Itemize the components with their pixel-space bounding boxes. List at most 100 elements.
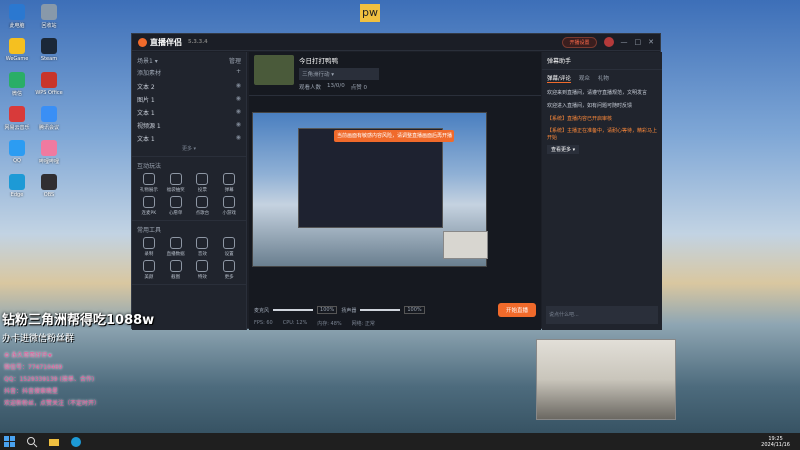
eye-icon[interactable]: ◉ [236, 121, 241, 130]
tool-label: 音效 [197, 252, 207, 257]
app-icon [9, 4, 25, 20]
overlay-line: 抖音：抖音搜索晚星 [4, 388, 59, 395]
audio-controls: 麦克风 100% 扬声器 100% 开始直播 [249, 302, 541, 318]
windows-start-icon[interactable] [4, 435, 16, 448]
tool-label: 更多 [224, 275, 234, 280]
tool-icon [196, 237, 209, 249]
tab-audience[interactable]: 观众 [579, 74, 590, 83]
tool-button[interactable]: 设置 [217, 237, 241, 257]
app-icon [9, 174, 25, 190]
source-item[interactable]: 视频源 1 ◉ [137, 119, 241, 132]
source-item[interactable]: 文本 1 ◉ [137, 106, 241, 119]
scene-section: 场景1 ▾ 管理 添加素材 + 文本 2 ◉ 图片 1 ◉ 文本 1 ◉ 视频源 1 ◉ 文本 … [132, 52, 246, 157]
app-icon [41, 174, 57, 190]
view-more-button[interactable]: 查看更多 ▾ [547, 144, 580, 154]
desktop-icon[interactable]: Edge [2, 174, 32, 198]
tool-button[interactable]: 音效 [191, 237, 215, 257]
tool-button[interactable]: 连麦PK [137, 196, 161, 216]
desktop-icon[interactable]: 此电脑 [2, 4, 32, 29]
close-button[interactable]: ✕ [648, 38, 654, 46]
start-live-button[interactable]: 开始直播 [497, 303, 536, 317]
add-source-button[interactable]: + [236, 68, 241, 77]
source-item-label: 文本 1 [137, 136, 155, 143]
status-cpu: CPU: 12% [282, 320, 308, 326]
search-icon[interactable] [26, 436, 38, 448]
speaker-volume-slider[interactable] [360, 309, 401, 311]
stream-title[interactable]: 今日打打鸭鸭 [299, 55, 536, 65]
tool-button[interactable]: 截图 [164, 260, 188, 280]
tool-label: 连麦PK [141, 211, 157, 216]
eye-icon[interactable]: ◉ [236, 95, 241, 104]
eye-icon[interactable]: ◉ [236, 134, 241, 143]
mic-volume-slider[interactable] [273, 309, 314, 311]
tool-icon [169, 260, 182, 272]
desktop-badge[interactable]: pw [360, 4, 380, 22]
tool-button[interactable]: 心愿单 [164, 196, 188, 216]
tab-comments[interactable]: 弹幕/评论 [547, 74, 571, 83]
tool-icon [223, 237, 236, 249]
desktop-icon-label: QQ [13, 158, 21, 164]
tool-button[interactable]: 直播数据 [164, 237, 188, 257]
folder-icon[interactable] [48, 436, 60, 448]
desktop-icon[interactable]: QQ [2, 140, 32, 164]
desktop-icon[interactable]: 腾讯会议 [34, 106, 64, 131]
tab-gifts[interactable]: 礼物 [598, 74, 609, 83]
maximize-button[interactable]: □ [635, 38, 642, 46]
tool-label: 弹幕 [224, 188, 234, 193]
app-icon [41, 4, 57, 20]
stream-cover[interactable] [254, 55, 294, 85]
source-item[interactable]: 文本 1 ◉ [137, 132, 241, 145]
tool-button[interactable]: 小游戏 [217, 196, 241, 216]
source-item[interactable]: 文本 2 ◉ [137, 80, 241, 93]
scene-manage-button[interactable]: 管理 [229, 56, 241, 65]
mic-label: 麦克风 [254, 307, 270, 314]
avatar[interactable] [603, 37, 614, 47]
app-version: 5.3.3.4 [188, 39, 208, 45]
source-item[interactable]: 图片 1 ◉ [137, 93, 241, 106]
eye-icon[interactable]: ◉ [236, 82, 241, 91]
overlay-line: 欢迎新粉丝，点赞关注（不定时开） [4, 400, 101, 407]
app-icon [41, 38, 57, 54]
tool-label: 点歌台 [195, 211, 210, 216]
desktop-icon[interactable]: OBS [34, 174, 64, 198]
tool-button[interactable]: 美颜 [137, 260, 161, 280]
desktop-icon[interactable]: Steam [34, 38, 64, 62]
more-sources-button[interactable]: 更多 ▾ [137, 145, 241, 152]
tool-button[interactable]: 福袋抽奖 [164, 173, 188, 193]
overlay-line: QQ：1529339139 (接单、合作) [4, 376, 95, 383]
minimize-button[interactable]: — [621, 38, 628, 46]
tool-icon [196, 260, 209, 272]
desktop-icon[interactable]: 网易云音乐 [2, 106, 32, 131]
desktop-icon[interactable]: WPS Office [34, 72, 64, 96]
chat-input[interactable]: 说点什么吧... [546, 306, 658, 324]
stat-viewers: 观看人数 [299, 85, 322, 91]
overlay-title: 钻粉三角洲帮得吃1088w [2, 313, 155, 328]
tool-button[interactable]: 弹幕 [217, 173, 241, 193]
tool-button[interactable]: 投票 [191, 173, 215, 193]
tool-label: 美颜 [144, 275, 154, 280]
desktop-icon[interactable]: 回收站 [34, 4, 64, 29]
category-select[interactable]: 三角洲行动 ▾ [299, 68, 379, 80]
overlay-subtitle: 办卡进微信粉丝群 [2, 334, 75, 344]
desktop-icon[interactable]: 微信 [2, 72, 32, 97]
eye-icon[interactable]: ◉ [236, 108, 241, 117]
live-settings-button[interactable]: 开播设置 [562, 36, 597, 48]
tool-label: 截图 [171, 275, 181, 280]
interactive-tools: 互动玩法 礼物展示 福袋抽奖 投票 弹幕 连麦PK 心愿单 点歌台 小游戏 [132, 157, 246, 221]
desktop-icon[interactable]: WeGame [2, 38, 32, 62]
scene-selector[interactable]: 场景1 ▾ [137, 56, 158, 65]
tool-button[interactable]: 点歌台 [191, 196, 215, 216]
tool-button[interactable]: 礼物展示 [137, 173, 161, 193]
tool-button[interactable]: 更多 [217, 260, 241, 280]
clock[interactable]: 19:25 2024/11/16 [761, 436, 796, 448]
desktop-icon-label: 网易云音乐 [4, 125, 30, 131]
tool-button[interactable]: 录制 [137, 237, 161, 257]
tool-label: 直播数据 [166, 252, 185, 257]
desktop-icon[interactable]: 哔哩哔哩 [34, 140, 64, 165]
tool-button[interactable]: 特效 [191, 260, 215, 280]
source-item-label: 文本 1 [137, 110, 155, 117]
tool-icon [142, 173, 155, 185]
app-icon [9, 38, 25, 54]
preview-camera[interactable] [443, 231, 488, 259]
edge-icon[interactable] [70, 436, 82, 448]
